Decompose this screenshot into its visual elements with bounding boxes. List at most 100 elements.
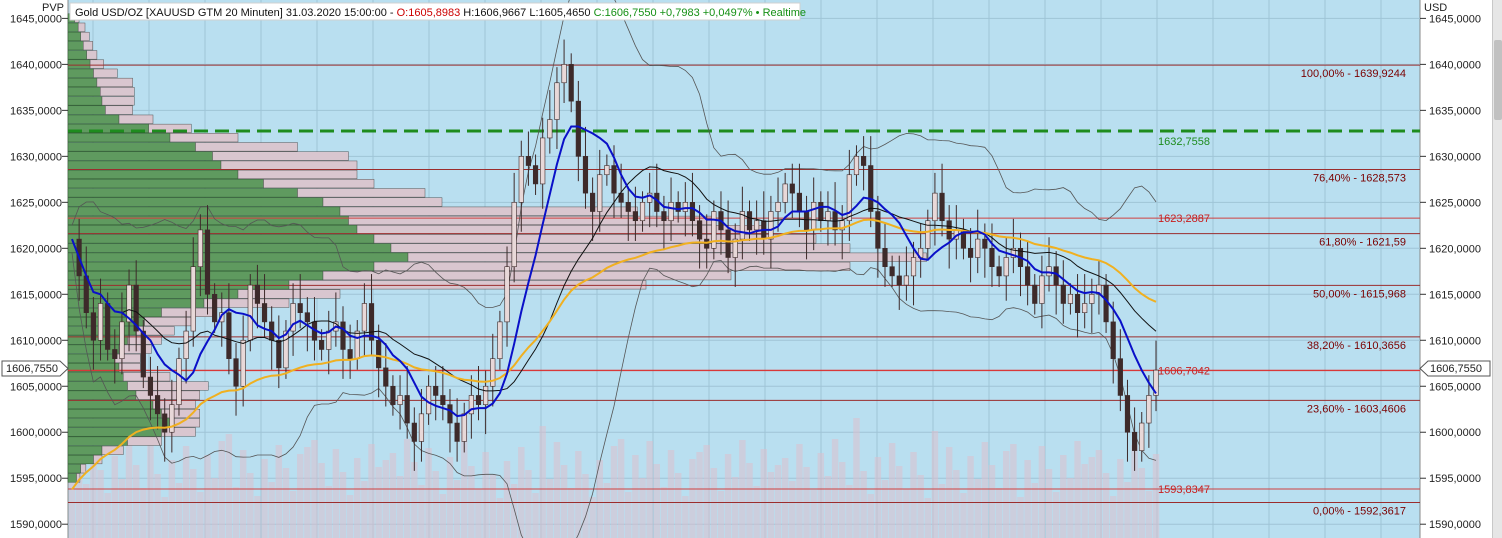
right-tick-label: 1620,0000 <box>1429 243 1481 255</box>
volume-bar <box>639 478 646 538</box>
candle-body <box>276 339 282 369</box>
profile-sell-bar <box>93 68 118 78</box>
volume-bar <box>710 468 718 538</box>
fib-label: 100,00% - 1639,9244 <box>1301 68 1406 80</box>
volume-bar <box>981 442 989 538</box>
candle-body <box>696 220 703 240</box>
volume-bar <box>503 461 511 538</box>
left-tick-label: 1620,0000 <box>10 243 62 255</box>
volume-bar <box>439 494 447 538</box>
volume-bar <box>953 470 960 538</box>
volume-bar <box>1060 455 1067 538</box>
left-price-axis[interactable] <box>0 0 68 538</box>
left-tick-label: 1610,0000 <box>10 335 62 347</box>
right-tick-label: 1610,0000 <box>1429 335 1481 347</box>
volume-bar <box>674 473 682 538</box>
volume-bar <box>1024 460 1031 538</box>
volume-bar <box>446 457 454 538</box>
candle-body <box>625 202 631 212</box>
volume-bar <box>910 452 917 538</box>
volume-bar <box>846 485 853 538</box>
right-tick-label: 1640,0000 <box>1429 59 1481 71</box>
candle-body <box>882 248 888 268</box>
volume-bar <box>118 479 126 538</box>
volume-bar <box>625 492 632 538</box>
candle-body <box>247 284 253 341</box>
left-tick-label: 1635,0000 <box>10 105 62 117</box>
realtime-status: • Realtime <box>753 7 806 19</box>
candle-body <box>197 229 203 268</box>
volume-bar <box>211 478 218 538</box>
profile-buy-bar <box>67 160 222 170</box>
volume-bar <box>496 498 504 538</box>
profile-sell-bar <box>297 188 426 198</box>
scrollbar-thumb[interactable] <box>1494 40 1502 120</box>
candle-body <box>497 321 503 359</box>
candle-body <box>1003 257 1009 277</box>
candle-body <box>982 238 988 249</box>
candle-body <box>97 303 104 341</box>
volume-bar <box>839 462 846 538</box>
profile-sell-bar <box>169 133 239 143</box>
open-value: O:1605,8983 <box>397 7 461 19</box>
candle-body <box>461 413 467 442</box>
profile-buy-bar <box>67 179 264 189</box>
volume-bar <box>1152 454 1160 538</box>
volume-bar <box>175 483 183 538</box>
profile-buy-bar <box>67 22 79 32</box>
candle-body <box>746 211 753 231</box>
left-tick-label: 1645,0000 <box>10 13 62 25</box>
candle-body <box>1110 321 1116 359</box>
profile-buy-bar <box>67 188 298 198</box>
volume-bar <box>995 488 1003 538</box>
candle-body <box>768 211 774 240</box>
profile-sell-bar <box>105 105 133 115</box>
profile-buy-bar <box>67 77 98 88</box>
volume-bar <box>1081 464 1088 538</box>
profile-sell-bar <box>83 41 93 51</box>
profile-sell-bar <box>114 353 141 363</box>
volume-bar <box>924 498 931 538</box>
candle-body <box>896 275 902 286</box>
right-tick-label: 1645,0000 <box>1429 13 1481 25</box>
volume-bar <box>132 465 140 538</box>
candle-body <box>154 395 161 415</box>
volume-bar <box>632 455 639 538</box>
candle-body <box>1025 266 1031 286</box>
volume-bar <box>125 442 133 538</box>
right-price-axis[interactable] <box>1420 0 1492 538</box>
profile-sell-bar <box>407 252 927 262</box>
volume-bar <box>140 488 147 538</box>
profile-sell-bar <box>356 225 766 235</box>
profile-buy-bar <box>67 105 106 115</box>
profile-buy-bar <box>67 96 103 106</box>
price-chart[interactable]: 100,00% - 1639,9244 76,40% - 1628,573 61,8… <box>0 0 1502 538</box>
volume-bar <box>197 492 204 538</box>
volume-bar <box>297 454 304 538</box>
profile-buy-bar <box>67 436 128 446</box>
candle-body <box>1124 395 1131 433</box>
volume-bar <box>432 471 439 538</box>
volume-bar <box>1031 483 1038 538</box>
profile-sell-bar <box>80 31 90 42</box>
candle-body <box>390 385 396 405</box>
volume-bar <box>111 456 118 538</box>
candle-body <box>861 156 867 166</box>
volume-bar <box>603 483 611 538</box>
profile-sell-bar <box>100 87 135 97</box>
profile-buy-bar <box>67 225 358 235</box>
candle-body <box>1074 293 1081 313</box>
profile-buy-bar <box>67 418 175 428</box>
candle-body <box>90 312 96 341</box>
candle-body <box>226 312 232 359</box>
profile-buy-bar <box>67 68 94 78</box>
vertical-scrollbar[interactable] <box>1492 0 1502 538</box>
volume-bar <box>161 497 168 538</box>
right-tick-label: 1600,0000 <box>1429 427 1481 439</box>
volume-bar <box>696 452 703 538</box>
volume-bar <box>903 489 910 538</box>
profile-sell-bar <box>237 289 341 299</box>
right-tick-label: 1635,0000 <box>1429 105 1481 117</box>
profile-buy-bar <box>67 50 87 60</box>
profile-buy-bar <box>67 454 94 465</box>
